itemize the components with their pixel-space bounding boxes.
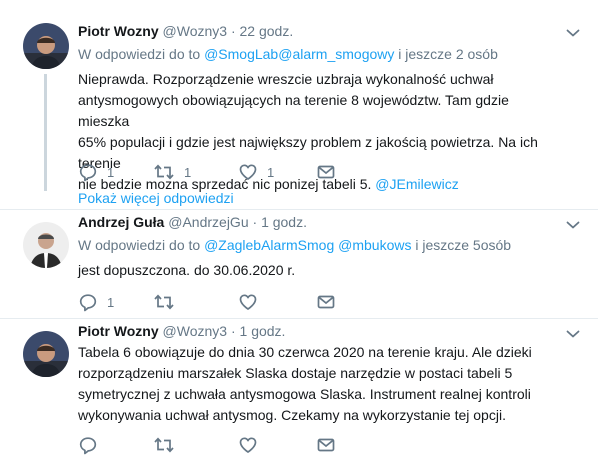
tweet-text: jest dopuszczona. do 30.06.2020 r. [78, 260, 564, 281]
tweet-text: Tabela 6 obowiązuje do dnia 30 czerwca 2… [78, 342, 564, 426]
tweet-text-line: antysmogowych obowiązujących na terenie … [78, 92, 509, 129]
direct-message-icon [316, 162, 336, 182]
timestamp[interactable]: 1 godz. [261, 214, 307, 230]
tweet-1[interactable]: Piotr Wozny @Wozny3 · 22 godz. W odpowie… [0, 0, 598, 192]
like-icon [238, 162, 258, 182]
retweet-icon [153, 162, 175, 182]
avatar[interactable] [23, 222, 69, 268]
reply-prefix: W odpowiedzi do to [78, 237, 205, 253]
direct-message-icon [316, 292, 336, 312]
retweet-icon [153, 435, 175, 455]
mention-link[interactable]: @alarm_smogowy [278, 46, 394, 62]
reply-icon [78, 162, 98, 182]
retweet-button[interactable] [153, 292, 175, 312]
reply-context: W odpowiedzi do to @ZaglebAlarmSmog @mbu… [78, 236, 564, 255]
tweet-text-line: wykonywania uchwał antysmog. Czekamy na … [78, 407, 506, 423]
like-icon [238, 435, 258, 455]
reply-suffix[interactable]: i jeszcze 2 osób [394, 46, 498, 62]
separator-dot: · [230, 23, 236, 39]
author-handle[interactable]: @Wozny3 [163, 323, 228, 339]
show-more-replies-link[interactable]: Pokaż więcej odpowiedzi [78, 190, 234, 206]
reply-count: 1 [107, 294, 115, 310]
author-name[interactable]: Piotr Wozny [78, 323, 159, 339]
reply-count: 1 [107, 164, 115, 180]
mention-link[interactable]: @mbukows [334, 237, 411, 253]
timestamp[interactable]: 22 godz. [240, 23, 294, 39]
author-name[interactable]: Piotr Wozny [78, 23, 159, 39]
tweet-text-line: Tabela 6 obowiązuje do dnia 30 czerwca 2… [78, 344, 532, 360]
mention-link[interactable]: @SmogLab [204, 46, 278, 62]
like-count: 1 [267, 164, 275, 180]
reply-prefix: W odpowiedzi do to [78, 46, 205, 62]
tweet-text-line: jest dopuszczona. do 30.06.2020 r. [78, 262, 296, 278]
chevron-down-icon[interactable] [566, 329, 580, 339]
author-name[interactable]: Andrzej Guła [78, 214, 164, 230]
separator-dot: · [230, 323, 236, 339]
timestamp[interactable]: 1 godz. [240, 323, 286, 339]
reply-icon [78, 435, 98, 455]
retweet-button[interactable]: 1 [153, 162, 191, 182]
direct-message-button[interactable] [316, 435, 336, 455]
reply-context: W odpowiedzi do to @SmogLab@alarm_smogow… [78, 45, 564, 64]
reply-button[interactable]: 1 [78, 162, 114, 182]
chevron-down-icon[interactable] [566, 28, 580, 38]
direct-message-icon [316, 435, 336, 455]
like-icon [238, 292, 258, 312]
reply-button[interactable]: 1 [78, 292, 114, 312]
author-handle[interactable]: @Wozny3 [163, 23, 228, 39]
like-button[interactable] [238, 435, 258, 455]
reply-suffix[interactable]: i jeszcze 5osób [411, 237, 511, 253]
direct-message-button[interactable] [316, 162, 336, 182]
reply-icon [78, 292, 98, 312]
tweet-text-line: symetrycznej z uchwała antysmogowa Slask… [78, 386, 531, 402]
mention-link[interactable]: @ZaglebAlarmSmog [204, 237, 334, 253]
author-handle[interactable]: @AndrzejGu [168, 214, 248, 230]
retweet-count: 1 [184, 164, 192, 180]
tweet-3[interactable]: Piotr Wozny @Wozny3 · 1 godz. Tabela 6 o… [0, 319, 598, 471]
retweet-icon [153, 292, 175, 312]
avatar[interactable] [23, 331, 69, 377]
separator-dot: · [252, 214, 258, 230]
tweet-2[interactable]: Andrzej Guła @AndrzejGu · 1 godz. W odpo… [0, 210, 598, 317]
direct-message-button[interactable] [316, 292, 336, 312]
retweet-button[interactable] [153, 435, 175, 455]
tweet-text-line: Nieprawda. Rozporządzenie wreszcie uzbra… [78, 71, 494, 87]
tweet-text-line: rozporządzeniu marszałek Slaska dostaje … [78, 365, 513, 381]
reply-button[interactable] [78, 435, 98, 455]
like-button[interactable] [238, 292, 258, 312]
avatar[interactable] [23, 23, 69, 69]
chevron-down-icon[interactable] [566, 220, 580, 230]
mention-link[interactable]: @JEmilewicz [375, 176, 458, 192]
like-button[interactable]: 1 [238, 162, 274, 182]
